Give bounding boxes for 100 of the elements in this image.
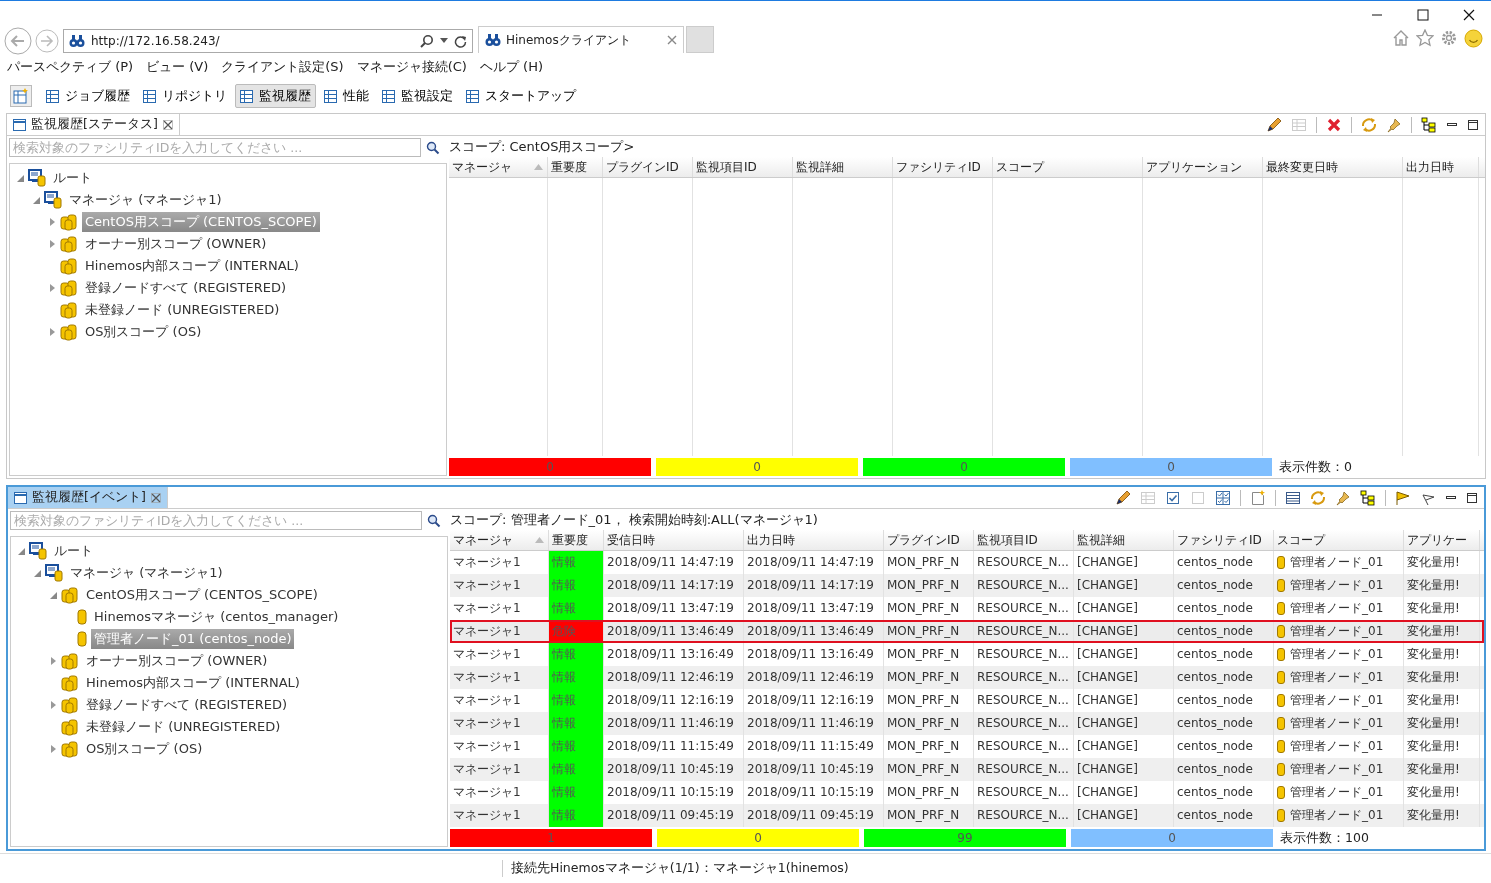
close-icon[interactable] (162, 119, 173, 130)
browser-tab[interactable]: Hinemosクライアント (478, 26, 684, 53)
tree-item[interactable]: ルート (50, 168, 95, 188)
perspective-tab[interactable]: 性能 (319, 84, 374, 108)
tree-icon[interactable] (1421, 116, 1437, 133)
column-header[interactable]: 出力日時 (744, 530, 884, 550)
column-header[interactable]: プラグインID (603, 157, 693, 177)
tree-icon[interactable] (1360, 489, 1376, 506)
column-header[interactable]: スコープ (993, 157, 1143, 177)
search-icon[interactable] (420, 34, 434, 48)
collapsed-arrow-icon[interactable] (49, 328, 55, 336)
column-header[interactable]: ファシリティID (893, 157, 993, 177)
collapsed-arrow-icon[interactable] (49, 284, 55, 292)
collapsed-arrow-icon[interactable] (49, 240, 55, 248)
column-header[interactable]: 重要度 (548, 157, 603, 177)
tree-item[interactable]: 未登録ノード (UNREGISTERED) (83, 717, 284, 737)
column-header[interactable]: アプリケー (1404, 530, 1480, 550)
perspective-tab[interactable]: スタートアップ (461, 84, 581, 108)
tree-item[interactable]: OS別スコープ (OS) (82, 322, 205, 342)
column-header[interactable]: 出力日時 (1403, 157, 1479, 177)
refresh-icon[interactable] (454, 34, 467, 48)
menu-item[interactable]: パースペクティブ (P) (7, 58, 134, 76)
star-icon[interactable] (1416, 29, 1434, 47)
checkbox-icon[interactable] (1165, 489, 1181, 506)
tree-item[interactable]: Hinemos内部スコープ (INTERNAL) (83, 673, 303, 693)
tree-item[interactable]: 登録ノードすべて (REGISTERED) (82, 278, 290, 298)
column-header[interactable]: マネージャ (450, 530, 549, 550)
table-row[interactable]: マネージャ1 情報 2018/09/11 14:17:19 2018/09/11 14:17:19 MON_PRF_N RESOURCE_N... [CHANGE] centos_node 管理者ノード_01 変化量用! (450, 574, 1484, 597)
tree-item[interactable]: 未登録ノード (UNREGISTERED) (82, 300, 283, 320)
search-field[interactable]: 検索対象のファシリティIDを入力してください ... (9, 138, 421, 157)
tree-item[interactable]: マネージャ (マネージャ1) (66, 190, 225, 210)
column-header[interactable]: 重要度 (549, 530, 604, 550)
column-header[interactable]: 監視詳細 (793, 157, 893, 177)
column-header[interactable]: プラグインID (884, 530, 974, 550)
table-row[interactable]: マネージャ1 情報 2018/09/11 12:46:19 2018/09/11 12:46:19 MON_PRF_N RESOURCE_N... [CHANGE] centos_node 管理者ノード_01 変化量用! (450, 666, 1484, 689)
column-header[interactable]: ファシリティID (1174, 530, 1274, 550)
menu-item[interactable]: ヘルプ (H) (479, 58, 543, 76)
home-icon[interactable] (1392, 29, 1410, 47)
tree-item[interactable]: オーナー別スコープ (OWNER) (83, 651, 271, 671)
menu-item[interactable]: マネージャ接続(C) (356, 58, 467, 76)
pencil-icon[interactable] (1115, 489, 1131, 506)
pin-icon[interactable] (1335, 489, 1351, 506)
tree-item[interactable]: オーナー別スコープ (OWNER) (82, 234, 270, 254)
perspective-tab[interactable]: 監視設定 (377, 84, 458, 108)
expanded-arrow-icon[interactable] (49, 591, 57, 599)
dropdown-arrow-icon[interactable] (440, 38, 448, 44)
expanded-arrow-icon[interactable] (33, 569, 41, 577)
column-header[interactable]: 監視項目ID (974, 530, 1074, 550)
checkbox-icon[interactable] (1190, 489, 1206, 506)
open-perspective-button[interactable] (10, 85, 32, 107)
collapsed-arrow-icon[interactable] (50, 657, 56, 665)
table-row[interactable]: マネージャ1 情報 2018/09/11 09:45:19 2018/09/11 09:45:19 MON_PRF_N RESOURCE_N... [CHANGE] centos_node 管理者ノード_01 変化量用! (450, 804, 1484, 827)
table-row[interactable]: マネージャ1 危険 2018/09/11 13:46:49 2018/09/11 13:46:49 MON_PRF_N RESOURCE_N... [CHANGE] centos_node 管理者ノード_01 変化量用! (450, 620, 1484, 643)
perspective-tab[interactable]: リポジトリ (138, 84, 232, 108)
tree-item[interactable]: OS別スコープ (OS) (83, 739, 206, 759)
tree-item[interactable]: 登録ノードすべて (REGISTERED) (83, 695, 291, 715)
column-header[interactable]: 最終変更日時 (1263, 157, 1403, 177)
search-icon[interactable] (426, 140, 440, 155)
delete-icon[interactable] (1326, 116, 1342, 133)
pencil-icon[interactable] (1266, 116, 1282, 133)
expanded-arrow-icon[interactable] (32, 196, 40, 204)
refresh-arrows-icon[interactable] (1361, 116, 1377, 133)
expanded-arrow-icon[interactable] (17, 547, 25, 555)
tree-item[interactable]: Hinemos内部スコープ (INTERNAL) (82, 256, 302, 276)
tree-item[interactable]: CentOS用スコープ (CENTOS_SCOPE) (83, 585, 321, 605)
flag-icon[interactable] (1395, 489, 1411, 506)
column-header[interactable]: 監視項目ID (693, 157, 793, 177)
tree-item[interactable]: ルート (51, 541, 96, 561)
collapsed-arrow-icon[interactable] (49, 218, 55, 226)
column-header[interactable]: 監視詳細 (1074, 530, 1174, 550)
smiley-icon[interactable] (1464, 29, 1483, 48)
expanded-arrow-icon[interactable] (16, 174, 24, 182)
view-tab[interactable]: 監視履歴[イベント] (8, 487, 168, 508)
collapsed-arrow-icon[interactable] (50, 745, 56, 753)
maximize-icon[interactable] (1466, 491, 1478, 504)
column-header[interactable]: アプリケーション (1143, 157, 1263, 177)
table-icon[interactable] (1285, 489, 1301, 506)
tree-item[interactable]: マネージャ (マネージャ1) (67, 563, 226, 583)
search-field[interactable]: 検索対象のファシリティIDを入力してください ... (10, 511, 422, 530)
maximize-icon[interactable] (1417, 9, 1429, 21)
column-header[interactable]: スコープ (1274, 530, 1404, 550)
collapsed-arrow-icon[interactable] (50, 701, 56, 709)
forward-button[interactable] (35, 29, 59, 53)
column-header[interactable]: マネージャ (449, 157, 548, 177)
settings-icon[interactable] (1440, 29, 1458, 47)
menu-item[interactable]: ビュー (V) (146, 58, 209, 76)
back-button[interactable] (3, 26, 33, 56)
maximize-icon[interactable] (1467, 118, 1479, 131)
table-row[interactable]: マネージャ1 情報 2018/09/11 10:45:19 2018/09/11 10:45:19 MON_PRF_N RESOURCE_N... [CHANGE] centos_node 管理者ノード_01 変化量用! (450, 758, 1484, 781)
new-document-icon[interactable] (1250, 489, 1266, 506)
address-bar[interactable]: http://172.16.58.243/ (63, 29, 473, 53)
menu-item[interactable]: クライアント設定(S) (221, 58, 344, 76)
perspective-tab[interactable]: 監視履歴 (235, 84, 316, 108)
tree-item[interactable]: Hinemosマネージャ (centos_manager) (91, 607, 342, 627)
perspective-tab[interactable]: ジョブ履歴 (41, 84, 135, 108)
refresh-arrows-icon[interactable] (1310, 489, 1326, 506)
pin-icon[interactable] (1386, 116, 1402, 133)
checkboxes-icon[interactable] (1215, 489, 1231, 506)
table-row[interactable]: マネージャ1 情報 2018/09/11 11:46:19 2018/09/11 11:46:19 MON_PRF_N RESOURCE_N... [CHANGE] centos_node 管理者ノード_01 変化量用! (450, 712, 1484, 735)
close-icon[interactable] (1463, 9, 1475, 21)
